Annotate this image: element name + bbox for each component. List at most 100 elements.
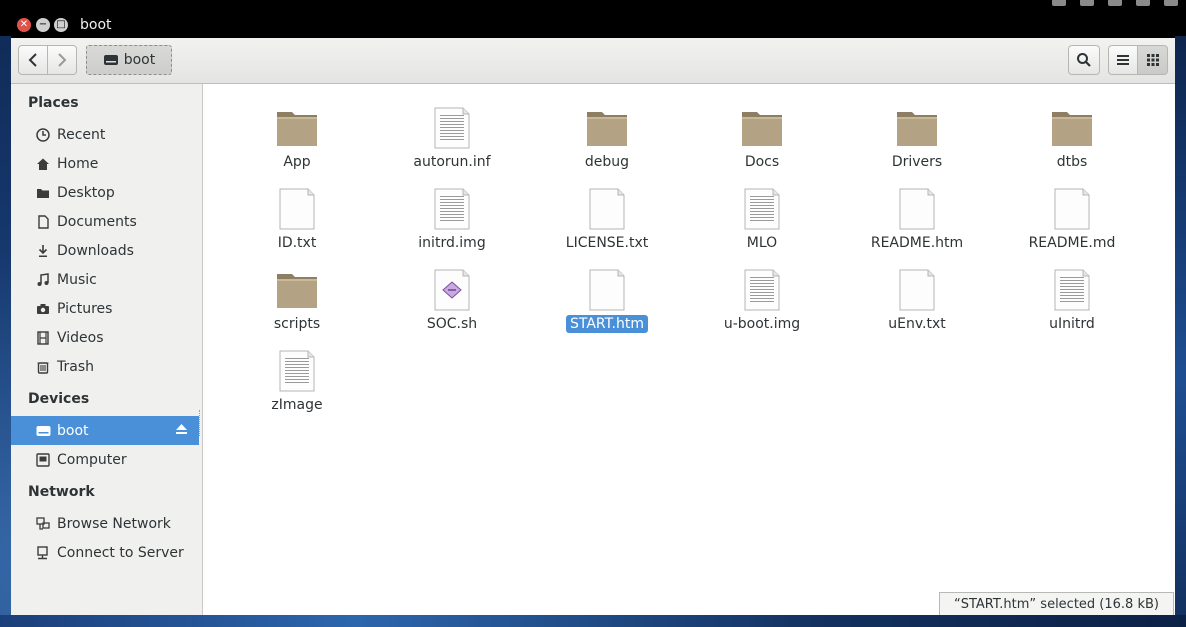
tray-icon[interactable] (1108, 0, 1122, 6)
folder-icon (1050, 106, 1094, 150)
drive-icon (35, 423, 51, 439)
system-tray (1052, 0, 1178, 8)
file-item[interactable]: initrd.img (392, 175, 512, 251)
forward-button[interactable] (47, 45, 77, 75)
sidebar-item-browse-network[interactable]: Browse Network (11, 509, 199, 538)
text-file-icon (740, 187, 784, 231)
file-item[interactable]: ID.txt (237, 175, 357, 251)
sidebar-item-label: Downloads (57, 242, 134, 259)
text-file-icon (740, 268, 784, 312)
sidebar-item-recent[interactable]: Recent (11, 120, 199, 149)
search-button[interactable] (1068, 45, 1100, 75)
camera-icon (35, 301, 51, 317)
file-item[interactable]: README.md (1012, 175, 1132, 251)
file-item[interactable]: uEnv.txt (857, 256, 977, 332)
chevron-right-icon (58, 53, 67, 67)
sidebar-item-label: Recent (57, 126, 106, 143)
folder-icon (585, 106, 629, 150)
file-name: Drivers (891, 154, 943, 170)
search-icon (1077, 53, 1091, 67)
text-file-icon (585, 187, 629, 231)
tray-icon[interactable] (1080, 0, 1094, 6)
file-item[interactable]: MLO (702, 175, 822, 251)
film-icon (35, 330, 51, 346)
clock-icon (35, 127, 51, 143)
sidebar-item-home[interactable]: Home (11, 149, 199, 178)
tray-icon[interactable] (1136, 0, 1150, 6)
sidebar-item-label: Videos (57, 329, 104, 346)
file-item[interactable]: README.htm (857, 175, 977, 251)
file-name: ID.txt (277, 235, 317, 251)
file-name: README.md (1028, 235, 1116, 251)
sidebar-item-label: Documents (57, 213, 137, 230)
sidebar-item-music[interactable]: Music (11, 265, 199, 294)
folder-item[interactable]: dtbs (1012, 94, 1132, 170)
eject-icon[interactable] (175, 423, 188, 439)
sidebar-item-pictures[interactable]: Pictures (11, 294, 199, 323)
file-name: zImage (271, 397, 323, 413)
file-name: START.htm (566, 315, 648, 333)
sidebar-item-documents[interactable]: Documents (11, 207, 199, 236)
status-bar: “START.htm” selected (16.8 kB) (939, 592, 1174, 615)
sidebar-item-downloads[interactable]: Downloads (11, 236, 199, 265)
file-item[interactable]: autorun.inf (392, 94, 512, 170)
folder-icon (35, 185, 51, 201)
text-file-icon (585, 268, 629, 312)
file-item[interactable]: u-boot.img (702, 256, 822, 332)
path-bar-button[interactable]: boot (86, 45, 172, 75)
file-name: debug (584, 154, 630, 170)
sidebar-item-connect-to-server[interactable]: Connect to Server (11, 538, 199, 567)
file-name: Docs (744, 154, 780, 170)
file-name: README.htm (870, 235, 964, 251)
folder-item[interactable]: Drivers (857, 94, 977, 170)
document-icon (35, 214, 51, 230)
chevron-left-icon (28, 53, 37, 67)
drive-icon (103, 55, 118, 65)
folder-item[interactable]: debug (547, 94, 667, 170)
sidebar-item-desktop[interactable]: Desktop (11, 178, 199, 207)
desktop-wallpaper-bottom (0, 615, 1186, 627)
grid-view-button[interactable] (1137, 45, 1168, 75)
folder-item[interactable]: scripts (237, 256, 357, 332)
text-file-icon (895, 187, 939, 231)
file-name: u-boot.img (723, 316, 801, 332)
folder-icon (275, 106, 319, 150)
tray-icon[interactable] (1052, 0, 1066, 6)
file-item[interactable]: SOC.sh (392, 256, 512, 332)
window-title: boot (80, 17, 112, 33)
download-icon (35, 243, 51, 259)
minimize-window-button[interactable]: − (36, 18, 50, 32)
folder-item[interactable]: App (237, 94, 357, 170)
headerbar: boot (11, 38, 1175, 84)
text-file-icon (895, 268, 939, 312)
titlebar: ✕ − □ boot (11, 14, 1175, 38)
list-view-button[interactable] (1108, 45, 1138, 75)
tray-icon[interactable] (1164, 0, 1178, 6)
sidebar-item-trash[interactable]: Trash (11, 352, 199, 381)
sidebar-item-computer[interactable]: Computer (11, 445, 199, 474)
text-file-icon (275, 187, 319, 231)
close-window-button[interactable]: ✕ (17, 18, 31, 32)
sidebar-item-videos[interactable]: Videos (11, 323, 199, 352)
sidebar-item-boot[interactable]: boot (11, 416, 199, 445)
text-file-icon (430, 187, 474, 231)
sidebar-item-label: Trash (57, 358, 94, 375)
file-name: dtbs (1056, 154, 1088, 170)
folder-item[interactable]: Docs (702, 94, 822, 170)
file-item[interactable]: START.htm (547, 256, 667, 333)
file-item[interactable]: uInitrd (1012, 256, 1132, 332)
server-icon (35, 545, 51, 561)
sidebar: Places Recent Home Desktop Documents Downloa… (11, 84, 203, 615)
maximize-window-button[interactable]: □ (54, 18, 68, 32)
sidebar-resize-handle[interactable] (199, 410, 202, 436)
sidebar-item-label: Computer (57, 451, 127, 468)
text-file-icon (430, 106, 474, 150)
back-button[interactable] (18, 45, 48, 75)
sidebar-item-label: Browse Network (57, 515, 171, 532)
sidebar-item-label: Home (57, 155, 99, 172)
file-item[interactable]: LICENSE.txt (547, 175, 667, 251)
file-name: initrd.img (418, 235, 486, 251)
file-item[interactable]: zImage (237, 337, 357, 413)
file-manager-window: ✕ − □ boot boot Places Recent Home Deskt… (11, 14, 1175, 615)
network-section-title: Network (28, 484, 95, 500)
